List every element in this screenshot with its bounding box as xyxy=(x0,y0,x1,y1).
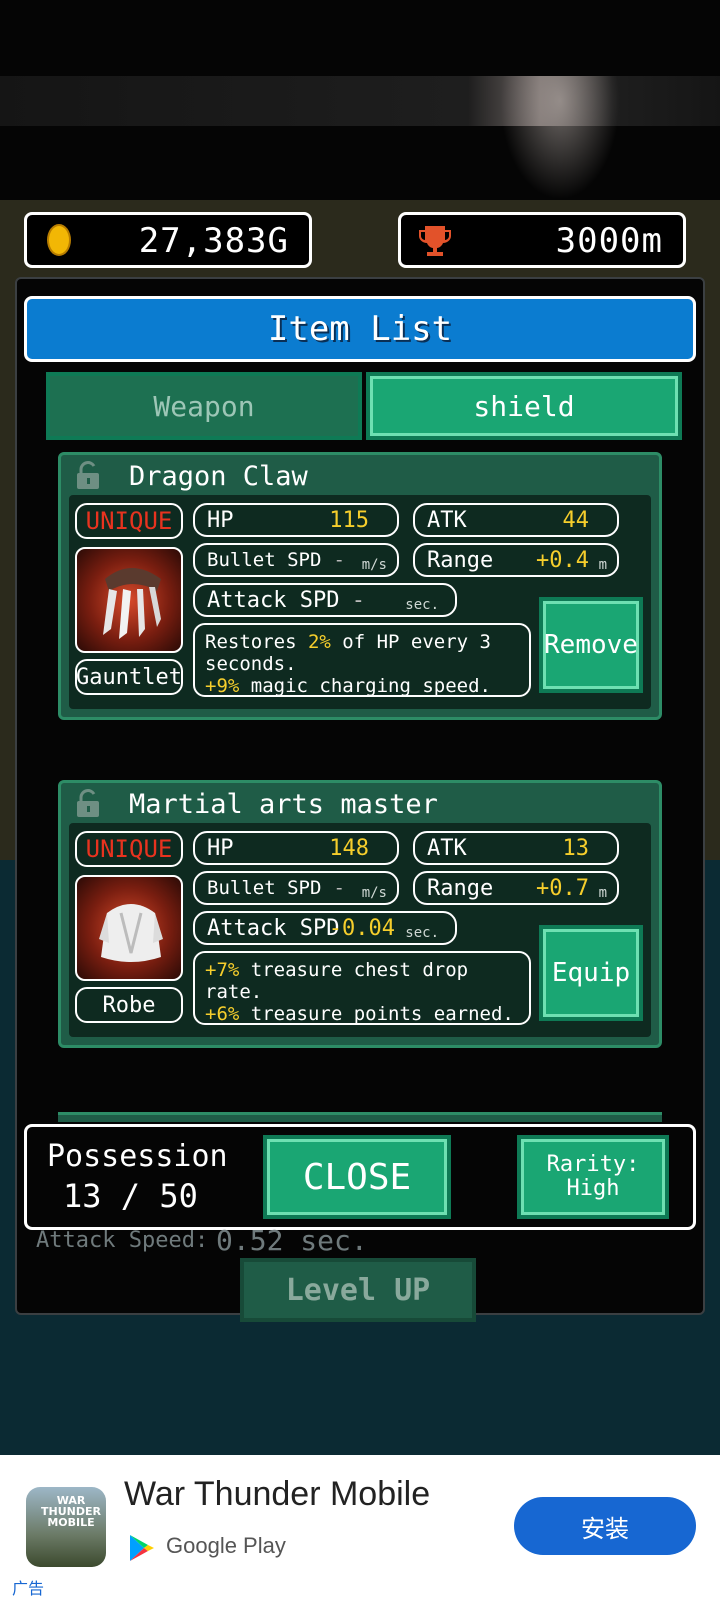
range-label: Range xyxy=(427,875,494,901)
ad-store-name: Google Play xyxy=(166,1533,286,1558)
item-name: Dragon Claw xyxy=(129,461,308,492)
google-play-icon xyxy=(130,1535,154,1561)
hp-label: HP xyxy=(207,835,234,861)
attack-speed-value: 0.52 sec. xyxy=(216,1224,368,1257)
level-up-button[interactable]: Level UP xyxy=(240,1258,476,1322)
gauntlet-icon xyxy=(75,547,183,653)
attack-speed-background: Attack Speed: 0.52 sec. xyxy=(36,1224,368,1257)
bullet-spd-label: Bullet SPD xyxy=(207,549,322,571)
item-type: Robe xyxy=(75,987,183,1023)
atk-stat: ATK 44 xyxy=(413,503,619,537)
app-icon-text: WAR THUNDER MOBILE xyxy=(41,1494,101,1529)
bullet-spd-unit: m/s xyxy=(361,885,387,901)
hp-label: HP xyxy=(207,507,234,533)
item-card: Dragon Claw UNIQUE Gauntlet HP 115 ATK 4… xyxy=(58,452,662,720)
coin-icon xyxy=(47,224,71,256)
attack-spd-value: -0.04 xyxy=(328,915,395,941)
item-description: Restores 2% of HP every 3 seconds. +9% ma… xyxy=(193,623,531,697)
desc-text: Restores xyxy=(205,631,308,653)
range-unit: m xyxy=(598,557,607,573)
hp-value: 115 xyxy=(329,507,369,533)
attack-spd-stat: Attack SPD -0.04 sec. xyxy=(193,911,457,945)
attack-spd-label: Attack SPD xyxy=(207,587,340,613)
bullet-spd-label: Bullet SPD xyxy=(207,877,322,899)
atk-label: ATK xyxy=(427,507,467,533)
range-stat: Range +0.4 m xyxy=(413,543,619,577)
bullet-spd-stat: Bullet SPD - m/s xyxy=(193,871,399,905)
install-button[interactable]: 安装 xyxy=(514,1497,696,1555)
possession-count: 13 / 50 xyxy=(63,1177,198,1215)
range-stat: Range +0.7 m xyxy=(413,871,619,905)
ad-label[interactable]: 广告 xyxy=(12,1575,44,1599)
attack-spd-unit: sec. xyxy=(405,925,439,941)
attack-spd-stat: Attack SPD - sec. xyxy=(193,583,457,617)
atk-value: 13 xyxy=(562,835,590,861)
range-value: +0.4 xyxy=(536,547,589,573)
bullet-spd-value: - xyxy=(333,549,345,571)
distance-value: 3000m xyxy=(555,221,663,261)
tab-weapon[interactable]: Weapon xyxy=(46,372,362,440)
item-description: +7% treasure chest drop rate. +6% treasur… xyxy=(193,951,531,1025)
list-footer: Possession 13 / 50 CLOSE Rarity: High xyxy=(24,1124,696,1230)
item-name: Martial arts master xyxy=(129,789,438,820)
desc-highlight: +7% xyxy=(205,959,240,981)
unlock-icon[interactable] xyxy=(75,789,101,819)
desc-text: treasure points earned. xyxy=(239,1003,514,1025)
rarity-sort-button[interactable]: Rarity: High xyxy=(517,1135,669,1219)
bullet-spd-stat: Bullet SPD - m/s xyxy=(193,543,399,577)
remove-button[interactable]: Remove xyxy=(539,597,643,693)
range-value: +0.7 xyxy=(536,875,589,901)
desc-text: treasure chest drop rate. xyxy=(205,959,469,1003)
range-label: Range xyxy=(427,547,494,573)
tab-shield[interactable]: shield xyxy=(366,372,682,440)
atk-label: ATK xyxy=(427,835,467,861)
hp-stat: HP 148 xyxy=(193,831,399,865)
atk-stat: ATK 13 xyxy=(413,831,619,865)
possession-label: Possession xyxy=(47,1139,228,1174)
attack-spd-unit: sec. xyxy=(405,597,439,613)
robe-icon xyxy=(75,875,183,981)
hp-stat: HP 115 xyxy=(193,503,399,537)
rarity-badge: UNIQUE xyxy=(75,503,183,539)
desc-text: magic charging speed. xyxy=(239,675,491,697)
gold-value: 27,383G xyxy=(138,221,289,261)
war-thunder-app-icon[interactable]: WAR THUNDER MOBILE xyxy=(26,1487,106,1567)
item-type: Gauntlet xyxy=(75,659,183,695)
distance-counter: 3000m xyxy=(398,212,686,268)
gold-counter: 27,383G xyxy=(24,212,312,268)
ad-banner[interactable]: WAR THUNDER MOBILE War Thunder Mobile Go… xyxy=(0,1455,720,1600)
ad-app-name[interactable]: War Thunder Mobile xyxy=(124,1475,430,1514)
rarity-badge: UNIQUE xyxy=(75,831,183,867)
close-button[interactable]: CLOSE xyxy=(263,1135,451,1219)
top-glow xyxy=(500,76,620,200)
item-card: Martial arts master UNIQUE Robe HP 148 A… xyxy=(58,780,662,1048)
range-unit: m xyxy=(598,885,607,901)
bullet-spd-unit: m/s xyxy=(361,557,387,573)
item-list-title: Item List xyxy=(24,296,696,362)
desc-highlight: +6% xyxy=(205,1003,240,1025)
unlock-icon[interactable] xyxy=(75,461,101,491)
item-card-partial xyxy=(58,1112,662,1122)
bullet-spd-value: - xyxy=(333,877,345,899)
desc-highlight: 2% xyxy=(307,631,331,653)
attack-spd-value: - xyxy=(351,587,365,613)
atk-value: 44 xyxy=(562,507,590,533)
equip-button[interactable]: Equip xyxy=(539,925,643,1021)
trophy-icon xyxy=(419,226,451,256)
desc-highlight: +9% xyxy=(205,675,240,697)
attack-speed-label: Attack Speed: xyxy=(36,1228,209,1253)
hp-value: 148 xyxy=(329,835,369,861)
attack-spd-label: Attack SPD xyxy=(207,915,340,941)
top-banner xyxy=(0,0,720,200)
